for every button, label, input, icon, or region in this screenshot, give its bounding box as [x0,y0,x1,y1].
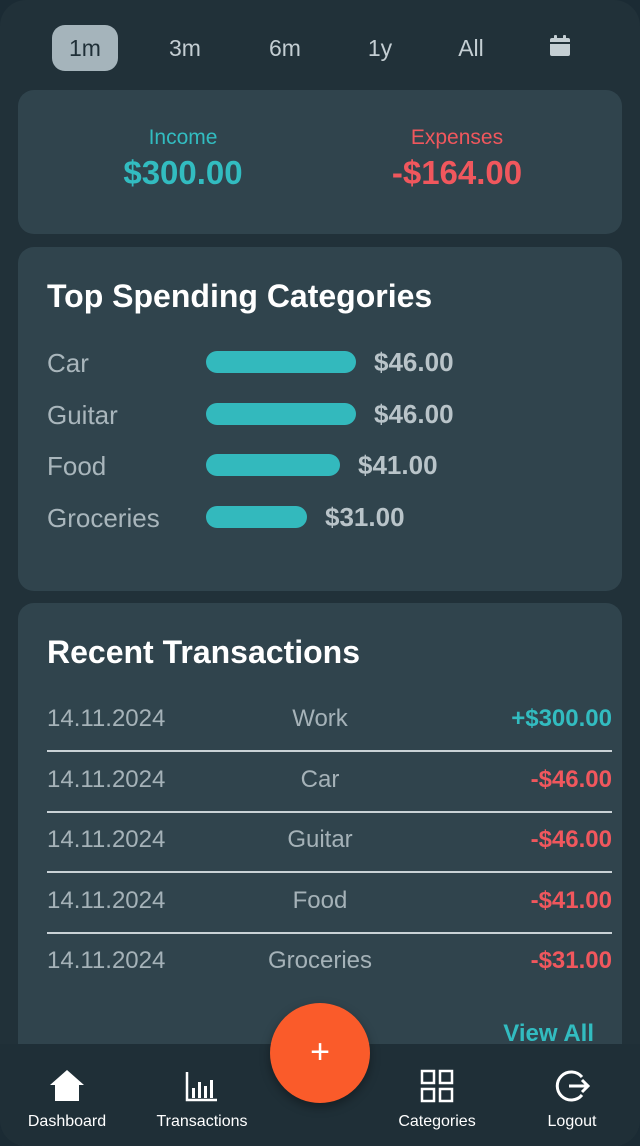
category-row: Car $46.00 [47,342,607,382]
transaction-row[interactable]: 14.11.2024 Car -$46.00 [47,751,612,813]
transaction-date: 14.11.2024 [47,826,166,853]
transaction-date: 14.11.2024 [47,886,166,914]
transaction-category: Groceries [267,947,373,974]
transaction-date: 14.11.2024 [47,947,166,974]
category-amount: $46.00 [374,347,454,377]
period-1y-button[interactable]: 1y [347,25,413,71]
expenses-value: -$164.00 [391,154,523,191]
category-bar [206,402,356,425]
nav-logout[interactable]: Logout [507,1044,637,1146]
expenses-label: Expenses [410,126,504,149]
period-6m-button[interactable]: 6m [252,25,318,71]
category-amount: $46.00 [374,398,454,429]
transaction-date: 14.11.2024 [47,765,166,793]
top-spending-card: Top Spending Categories Car $46.00 Guitar $… [18,247,622,591]
transaction-amount: -$31.00 [530,947,612,974]
period-selector: 1m 3m 6m 1y All [0,0,640,96]
category-name: Food [47,451,107,481]
calendar-icon[interactable] [548,34,572,58]
top-spending-title: Top Spending Categories [47,278,433,314]
transaction-amount: -$46.00 [530,826,612,853]
nav-dashboard[interactable]: Dashboard [2,1044,132,1146]
period-1m-button[interactable]: 1m [52,25,118,71]
nav-categories[interactable]: Categories [372,1044,502,1146]
expenses-summary: Expenses -$164.00 [327,126,587,192]
nav-dashboard-label: Dashboard [27,1113,107,1130]
transaction-row[interactable]: 14.11.2024 Groceries -$31.00 [47,932,612,992]
transaction-category: Guitar [287,826,353,853]
nav-transactions-label: Transactions [156,1113,248,1130]
home-icon [50,1070,84,1101]
transaction-category: Work [292,705,348,732]
app-screen: 1m 3m 6m 1y All Income $300.00 Expenses … [0,0,640,1146]
recent-transactions-title: Recent Transactions [47,634,360,670]
transaction-row[interactable]: 14.11.2024 Food -$41.00 [47,872,612,934]
income-label: Income [148,126,218,149]
transaction-row[interactable]: 14.11.2024 Work +$300.00 [47,690,612,752]
category-name: Guitar [47,399,118,430]
category-row: Food $41.00 [47,445,607,485]
category-row: Guitar $46.00 [47,394,607,434]
transaction-row[interactable]: 14.11.2024 Guitar -$46.00 [47,811,612,873]
grid-icon [420,1069,454,1103]
category-amount: $31.00 [325,501,405,532]
nav-logout-label: Logout [547,1113,597,1130]
category-bar [206,505,307,528]
category-bar [206,454,340,476]
bar-chart-icon [185,1072,217,1102]
category-name: Car [47,348,89,378]
transaction-amount: -$41.00 [530,886,612,914]
income-value: $300.00 [123,154,243,191]
nav-transactions[interactable]: Transactions [137,1044,267,1146]
income-summary: Income $300.00 [53,126,313,192]
period-3m-button[interactable]: 3m [152,25,218,71]
transaction-date: 14.11.2024 [47,705,166,732]
transaction-amount: -$46.00 [530,765,612,793]
period-all-button[interactable]: All [438,25,504,71]
add-transaction-button[interactable]: + [270,1003,370,1103]
transaction-category: Car [300,765,340,793]
category-bar [206,351,356,373]
transaction-category: Food [292,886,348,914]
logout-icon [555,1070,591,1102]
transaction-amount: +$300.00 [511,705,612,732]
summary-card: Income $300.00 Expenses -$164.00 [18,90,622,234]
category-name: Groceries [47,502,160,533]
nav-categories-label: Categories [398,1113,476,1130]
category-amount: $41.00 [358,450,438,480]
category-row: Groceries $31.00 [47,497,607,537]
